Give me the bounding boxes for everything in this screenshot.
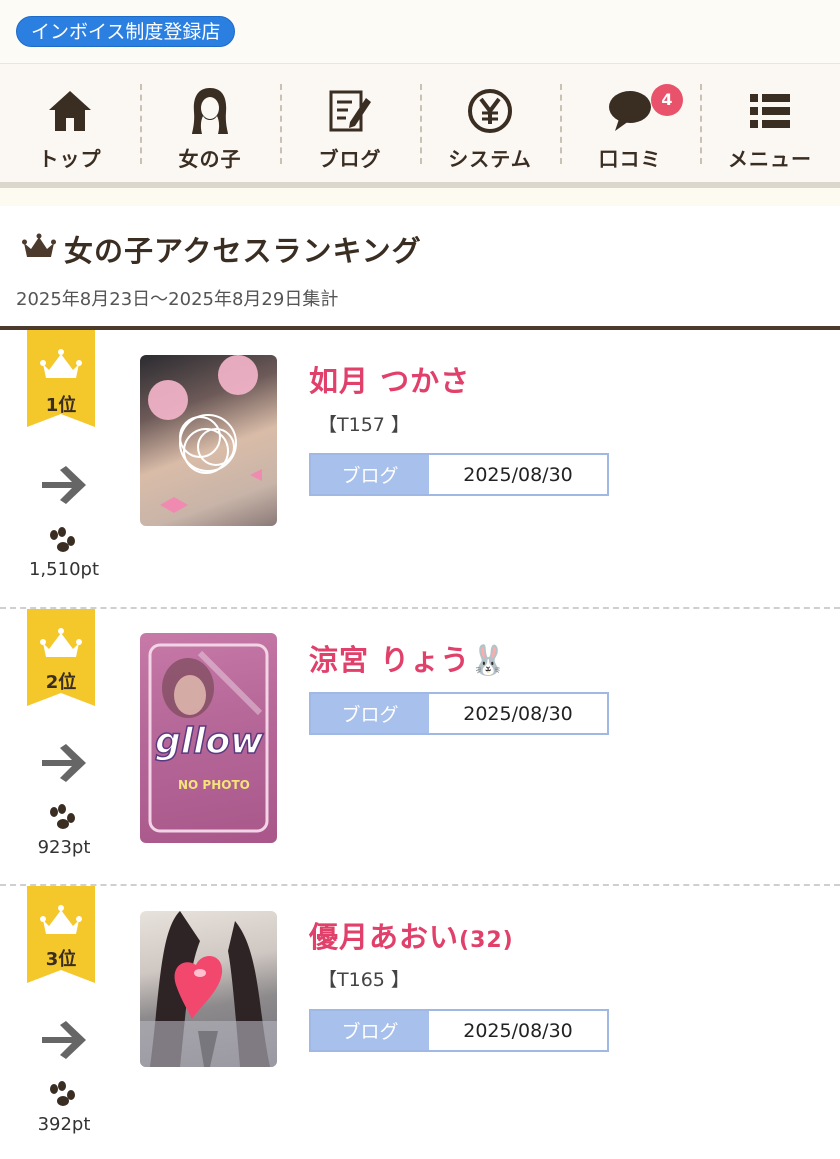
blog-link[interactable]: ブログ 2025/08/30 (309, 692, 609, 735)
nav-label-top: トップ (38, 147, 102, 171)
ranking-entry-2[interactable]: 2位 923pt gllow NO PHOTO 涼宮 りょう🐰 ブログ 2025/… (0, 609, 840, 887)
girl-name[interactable]: 涼宮 りょう🐰 (309, 637, 507, 679)
blog-icon (325, 86, 375, 136)
girl-size: 【T157 】 (318, 414, 410, 436)
ranking-title: 女の子アクセスランキング (64, 234, 422, 268)
crown-icon (22, 233, 56, 265)
rank-label: 3位 (45, 949, 77, 970)
nav-item-system[interactable]: システム (420, 64, 560, 182)
blog-label: ブログ (311, 1011, 429, 1050)
nav-item-girls[interactable]: 女の子 (140, 64, 280, 182)
ranking-entry-3[interactable]: 3位 392pt 優月あおい(32) 【T165 】 ブログ 2025/08/3… (0, 886, 840, 1159)
home-icon (45, 86, 95, 136)
ranking-entry-1[interactable]: 1位 1,510pt 如月 つかさ 【T157 】 ブログ 2025/08/30 (0, 330, 840, 608)
nav-label-system: システム (448, 147, 532, 171)
blog-date: 2025/08/30 (429, 455, 607, 494)
nav-label-blog: ブログ (318, 147, 382, 171)
reviews-count-badge: 4 (651, 84, 683, 116)
rank-label: 1位 (45, 395, 77, 416)
blog-link[interactable]: ブログ 2025/08/30 (309, 453, 609, 496)
arrow-right-icon (42, 1021, 86, 1059)
paw-icon (50, 1081, 75, 1106)
blog-date: 2025/08/30 (429, 694, 607, 733)
invoice-badge: インボイス制度登録店 (16, 16, 236, 47)
points-value: 923pt (37, 837, 91, 858)
girl-age: (32) (459, 928, 514, 953)
blog-label: ブログ (311, 694, 429, 733)
nav-label-reviews: 口コミ (598, 147, 662, 171)
nav-item-reviews[interactable]: 口コミ (560, 64, 700, 182)
ranking-period: 2025年8月23日～2025年8月29日集計 (16, 289, 339, 310)
paw-icon (50, 527, 75, 552)
nav-item-menu[interactable]: メニュー (700, 64, 840, 182)
ranking-header: 女の子アクセスランキング 2025年8月23日～2025年8月29日集計 (0, 206, 840, 330)
blog-link[interactable]: ブログ 2025/08/30 (309, 1009, 609, 1052)
girl-photo[interactable]: gllow NO PHOTO (140, 633, 277, 843)
arrow-right-icon (42, 744, 86, 782)
nav-item-blog[interactable]: ブログ (280, 64, 420, 182)
comment-icon (605, 86, 655, 136)
girl-icon (185, 86, 235, 136)
yen-icon (465, 86, 515, 136)
girl-photo[interactable] (140, 911, 277, 1067)
svg-text:gllow: gllow (155, 721, 264, 762)
girl-name[interactable]: 如月 つかさ (309, 358, 470, 400)
nav-label-girls: 女の子 (178, 147, 242, 171)
girl-photo[interactable] (140, 355, 277, 526)
points-value: 392pt (37, 1114, 91, 1135)
nav-divider-band (0, 188, 840, 206)
rank-label: 2位 (45, 672, 77, 693)
menu-icon (745, 86, 795, 136)
girl-name[interactable]: 優月あおい(32) (309, 914, 514, 956)
blog-label: ブログ (311, 455, 429, 494)
top-strip: インボイス制度登録店 (0, 0, 840, 64)
paw-icon (50, 804, 75, 829)
girl-size: 【T165 】 (318, 969, 410, 991)
arrow-right-icon (42, 466, 86, 504)
nav-label-menu: メニュー (728, 147, 812, 171)
points-value: 1,510pt (28, 559, 99, 580)
svg-text:NO PHOTO: NO PHOTO (178, 778, 250, 792)
nav-item-top[interactable]: トップ (0, 64, 140, 182)
blog-date: 2025/08/30 (429, 1011, 607, 1050)
main-nav: トップ 女の子 ブログ システム 口コミ メニュー (0, 64, 840, 182)
